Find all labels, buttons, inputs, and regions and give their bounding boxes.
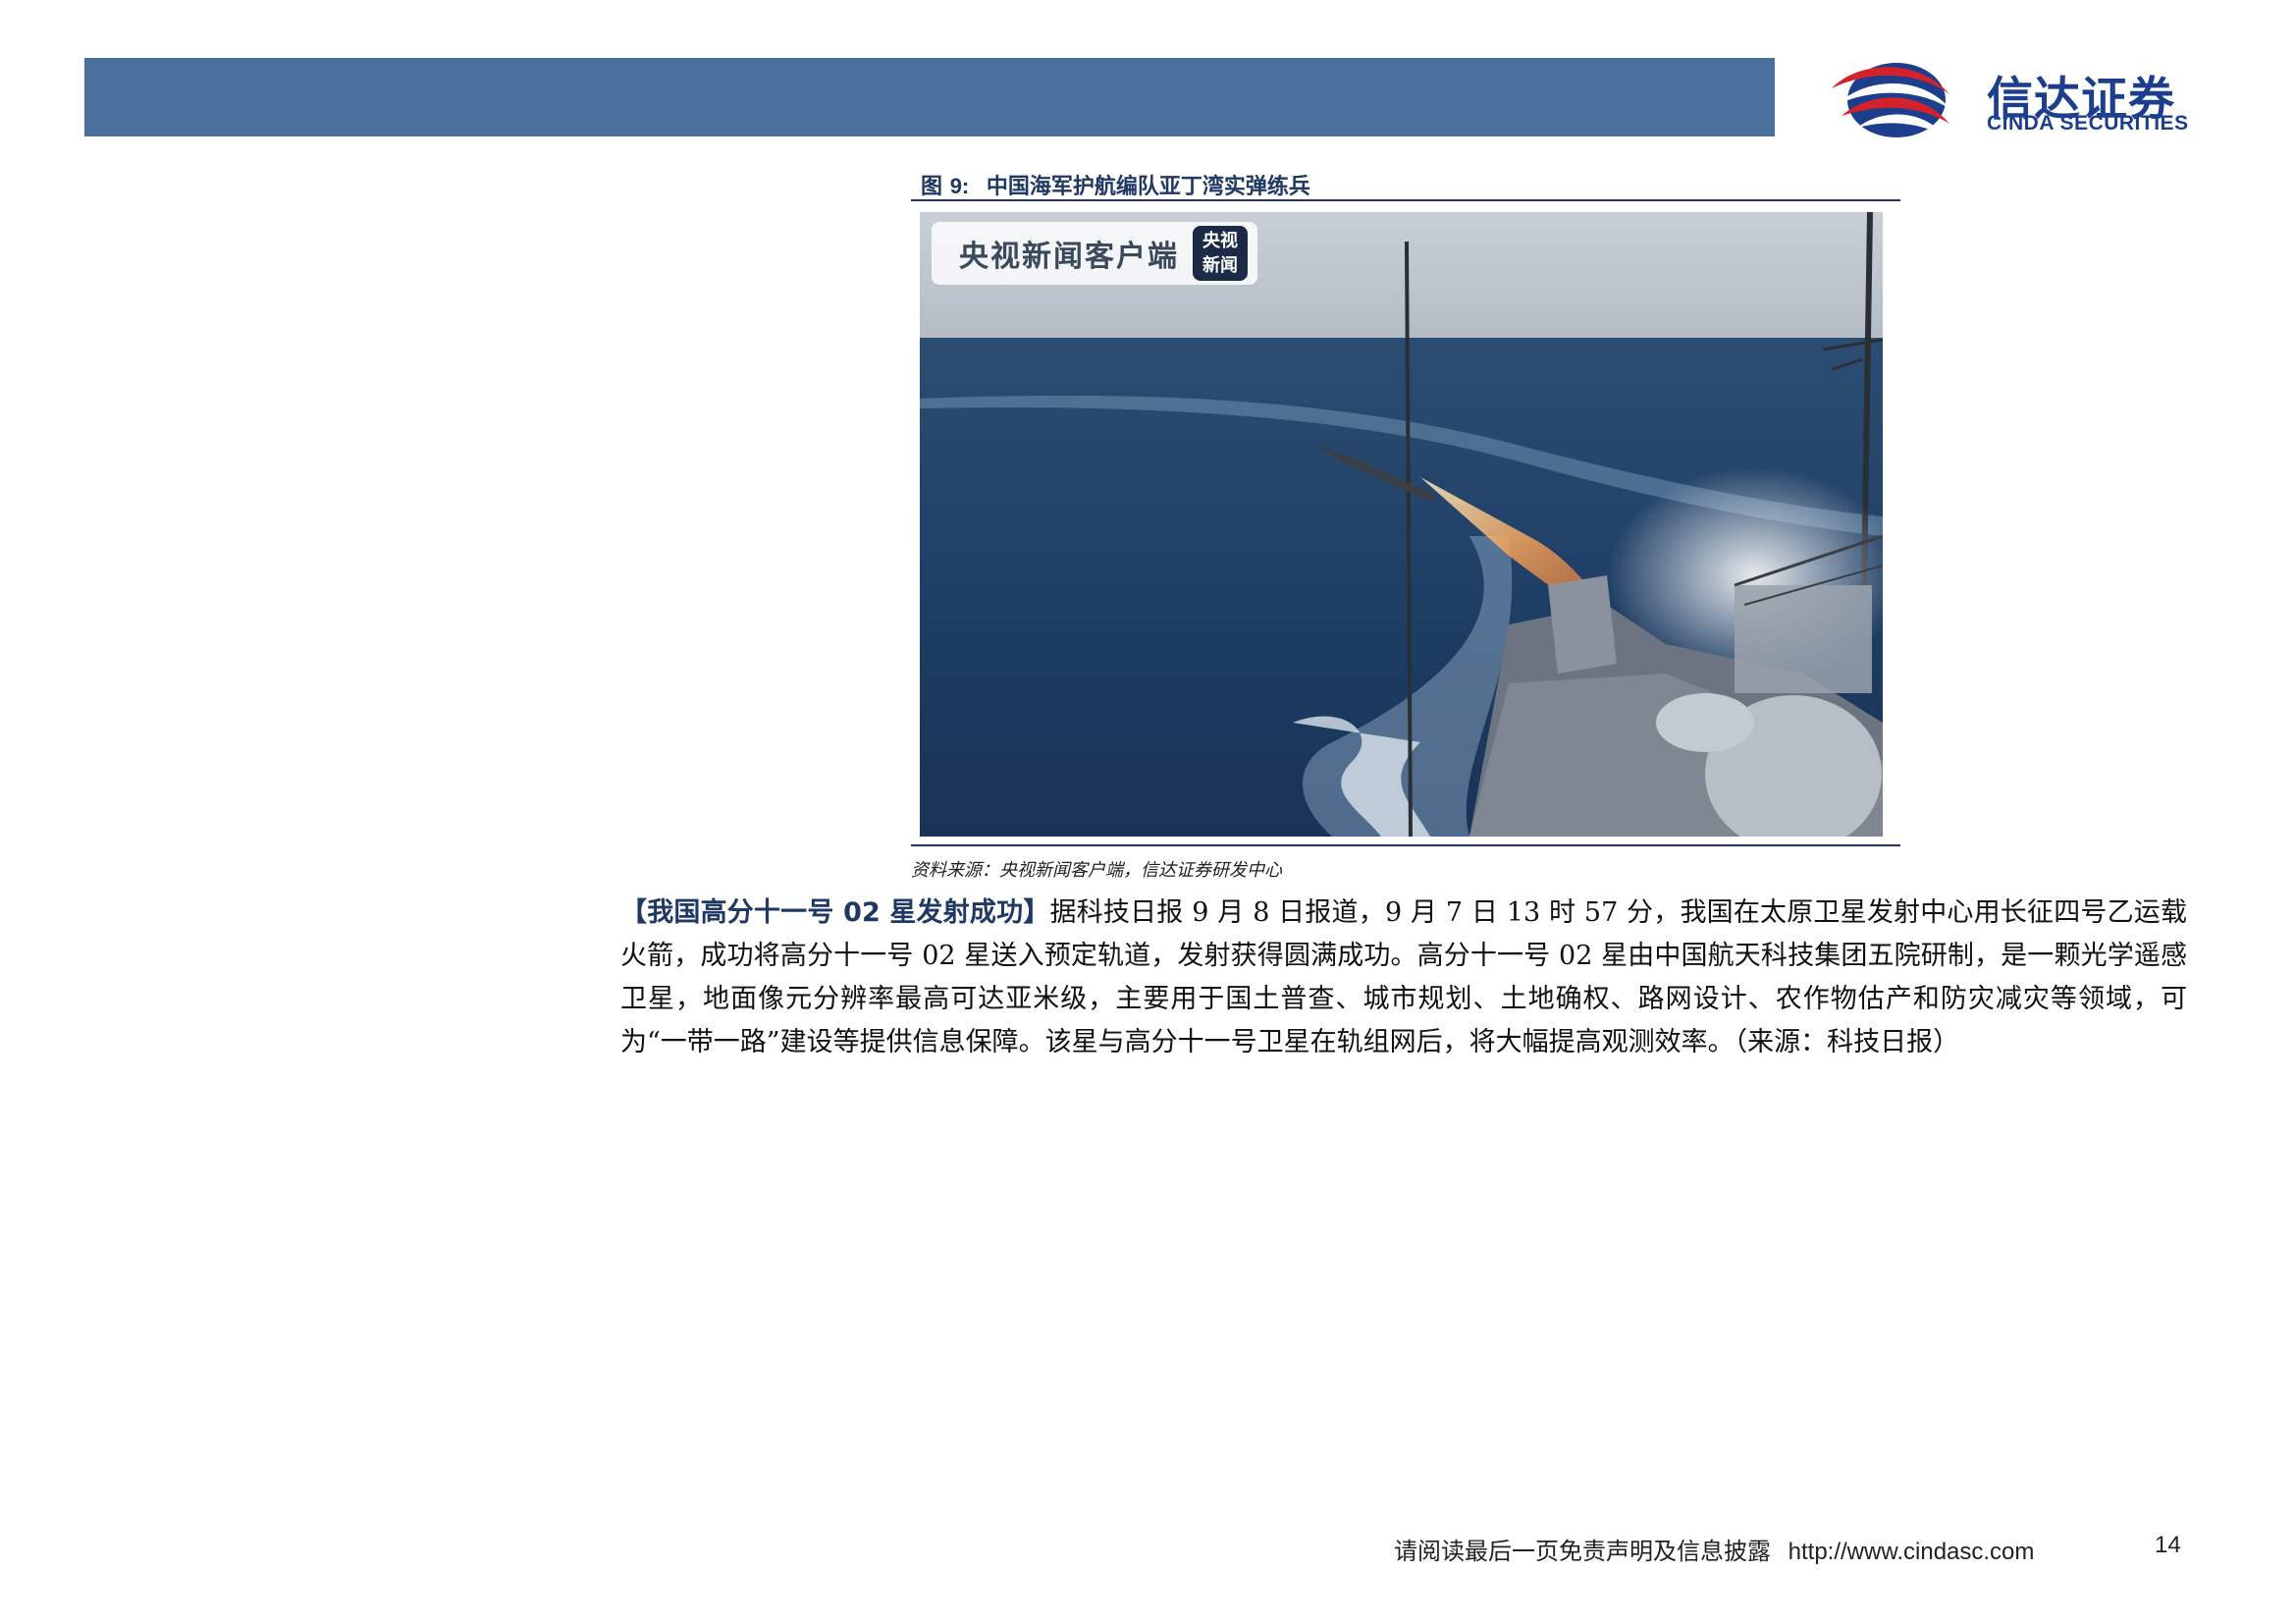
figure-caption-prefix: 图	[921, 175, 943, 199]
footer-disclaimer-text: 请阅读最后一页免责声明及信息披露	[1394, 1538, 1771, 1565]
figure-rule-top	[911, 199, 1900, 201]
page-number: 14	[2155, 1532, 2181, 1558]
footer-disclaimer: 请阅读最后一页免责声明及信息披露 http://www.cindasc.com	[1394, 1532, 2034, 1566]
figure-photo: 央视新闻客户端 央视 新闻	[920, 212, 1883, 837]
logo-mark-icon	[1832, 63, 1951, 137]
article-lead: 【我国高分十一号 02 星发射成功】	[620, 897, 1050, 928]
cctv-news-badge-icon: 央视 新闻	[1193, 226, 1248, 281]
article-paragraph: 【我国高分十一号 02 星发射成功】据科技日报 9 月 8 日报道，9 月 7 …	[620, 892, 2187, 1064]
badge-line-2: 新闻	[1202, 255, 1238, 276]
header-bar	[84, 58, 1775, 136]
figure-title: 中国海军护航编队亚丁湾实弹练兵	[986, 175, 1310, 199]
figure-source: 资料来源：央视新闻客户端，信达证券研发中心	[911, 860, 1282, 881]
figure-rule-bottom	[911, 844, 1900, 846]
company-logo: 信达证券 CINDA SECURITIES	[1828, 49, 2240, 147]
logo-text-en: CINDA SECURITIES	[1987, 112, 2189, 135]
figure-caption: 图 9: 中国海军护航编队亚丁湾实弹练兵	[921, 169, 1310, 200]
photo-watermark-text: 央视新闻客户端	[959, 240, 1179, 274]
badge-line-1: 央视	[1202, 231, 1238, 251]
naval-missile-launch-image	[920, 212, 1883, 837]
footer-url-link[interactable]: http://www.cindasc.com	[1789, 1539, 2035, 1565]
figure-number: 9:	[949, 174, 970, 198]
photo-watermark: 央视新闻客户端 央视 新闻	[932, 222, 1257, 285]
